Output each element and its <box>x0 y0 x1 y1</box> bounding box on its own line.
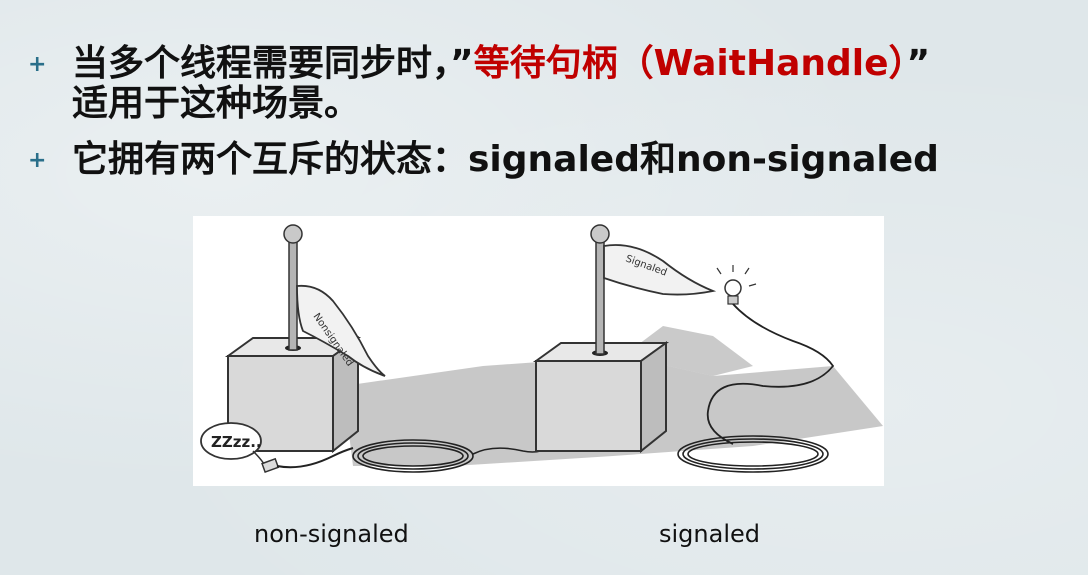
left-pole-knob <box>283 224 303 244</box>
bullet-1-prefix: 当多个线程需要同步时，” <box>72 43 474 84</box>
bullet-1-line-1: 当多个线程需要同步时，”等待句柄（WaitHandle）” <box>72 44 930 84</box>
light-bulb <box>716 265 757 305</box>
bullet-marker-1: + <box>28 52 47 77</box>
sleep-bubble: ZZzz.. <box>200 422 266 467</box>
bullet-2-line-1: 它拥有两个互斥的状态：signaled和non-signaled <box>72 139 939 180</box>
right-pole <box>595 237 605 355</box>
caption-non-signaled: non-signaled <box>254 520 409 548</box>
right-cable-coil <box>677 435 829 473</box>
right-pole-knob <box>590 224 610 244</box>
illustration-svg: Nonsignaled ZZzz.. Signaled <box>200 224 883 474</box>
caption-signaled: signaled <box>659 520 760 548</box>
bullet-1-suffix: ” <box>906 43 931 84</box>
right-box <box>532 341 670 454</box>
signal-flag-illustration: Nonsignaled ZZzz.. Signaled <box>193 216 884 486</box>
left-pole <box>288 237 298 351</box>
sleep-text: ZZzz.. <box>211 433 262 451</box>
slide: + 当多个线程需要同步时，”等待句柄（WaitHandle）” 适用于这种场景。… <box>0 0 1088 575</box>
bullet-marker-2: + <box>28 148 47 173</box>
bullet-1-line-2: 适用于这种场景。 <box>72 83 361 124</box>
bullet-1-highlight: 等待句柄（WaitHandle） <box>473 43 907 84</box>
